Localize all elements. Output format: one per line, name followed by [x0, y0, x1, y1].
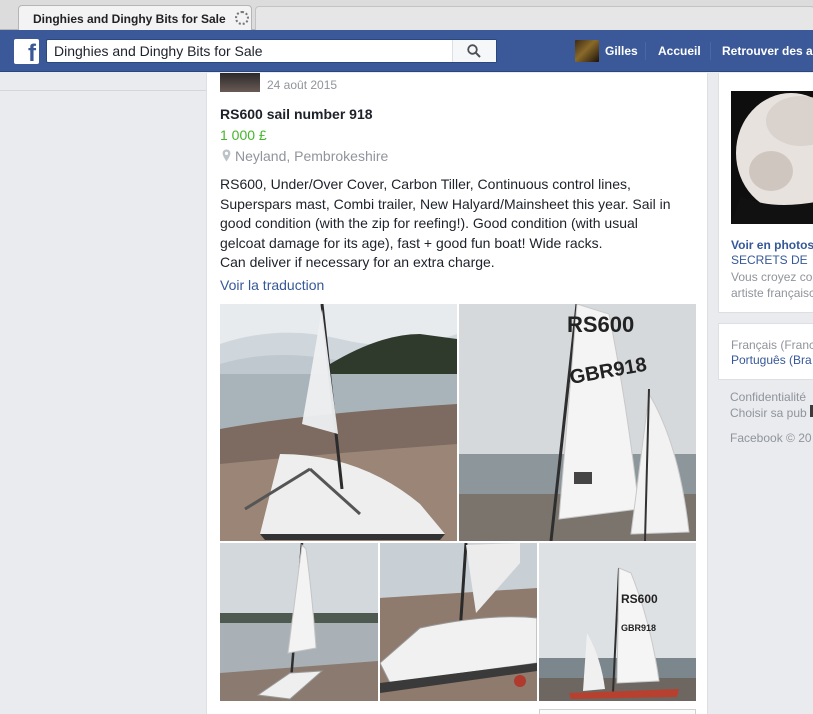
- ad-description-line: artiste françaisc: [731, 286, 813, 300]
- search-button[interactable]: [452, 40, 496, 62]
- left-column: [0, 73, 206, 714]
- search-input[interactable]: [47, 40, 452, 62]
- ad-subtitle[interactable]: SECRETS DE: [731, 253, 808, 267]
- sale-post: 24 août 2015 RS600 sail number 918 1 000…: [206, 73, 708, 714]
- nav-find-friends-link[interactable]: Retrouver des a: [722, 44, 813, 58]
- post-description: RS600, Under/Over Cover, Carbon Tiller, …: [220, 176, 671, 270]
- ad-choices-link[interactable]: Choisir sa pub: [730, 406, 807, 420]
- browser-tab-inactive[interactable]: [255, 6, 813, 30]
- see-translation-link[interactable]: Voir la traduction: [220, 277, 324, 293]
- ad-description-line: Vous croyez co: [731, 270, 813, 284]
- search-icon: [467, 44, 481, 58]
- language-selector: Français (Franc Português (Bra: [718, 323, 813, 380]
- current-language: Français (Franc: [731, 338, 813, 352]
- listing-photo-1[interactable]: [220, 304, 457, 541]
- facebook-logo-letter: f: [28, 40, 36, 67]
- browser-tab-active[interactable]: Dinghies and Dinghy Bits for Sale: [18, 5, 252, 30]
- browser-tab-strip: Dinghies and Dinghy Bits for Sale: [0, 0, 813, 30]
- sail-number-text: GBR918: [621, 623, 656, 633]
- ad-title[interactable]: Voir en photos: [731, 238, 813, 252]
- sponsored-ad[interactable]: Voir en photos SECRETS DE Vous croyez co…: [718, 73, 813, 313]
- sail-logo-text: RS600: [621, 592, 658, 606]
- nav-divider: [710, 42, 711, 60]
- search-box: [46, 39, 497, 63]
- loading-spinner-icon: [235, 11, 249, 25]
- nav-profile-link[interactable]: Gilles: [605, 44, 638, 58]
- listing-photo-5[interactable]: RS600 GBR918: [539, 543, 696, 701]
- post-title: RS600 sail number 918: [220, 106, 373, 122]
- privacy-link[interactable]: Confidentialité: [730, 390, 806, 404]
- listing-photo-3[interactable]: [220, 543, 378, 701]
- browser-tab-title: Dinghies and Dinghy Bits for Sale: [33, 12, 226, 26]
- copyright-text: Facebook © 20: [730, 431, 812, 445]
- listing-photo-more[interactable]: [539, 709, 696, 714]
- listing-photo-2[interactable]: RS600 GBR918: [459, 304, 696, 541]
- facebook-logo-icon[interactable]: f: [14, 39, 39, 67]
- listing-photo-4[interactable]: [380, 543, 537, 701]
- post-location: Neyland, Pembrokeshire: [235, 148, 389, 164]
- poster-avatar[interactable]: [220, 73, 260, 92]
- location-pin-icon: [222, 149, 231, 162]
- ad-image[interactable]: [731, 91, 813, 224]
- sail-logo-text: RS600: [567, 312, 634, 337]
- language-link[interactable]: Português (Bra: [731, 353, 812, 367]
- facebook-top-bar: f Gilles Accueil Retrouver des a: [0, 30, 813, 72]
- post-price: 1 000 £: [220, 127, 267, 143]
- user-avatar[interactable]: [575, 40, 599, 62]
- nav-home-link[interactable]: Accueil: [658, 44, 701, 58]
- nav-divider: [645, 42, 646, 60]
- post-date[interactable]: 24 août 2015: [267, 78, 337, 92]
- left-column-divider: [0, 73, 206, 91]
